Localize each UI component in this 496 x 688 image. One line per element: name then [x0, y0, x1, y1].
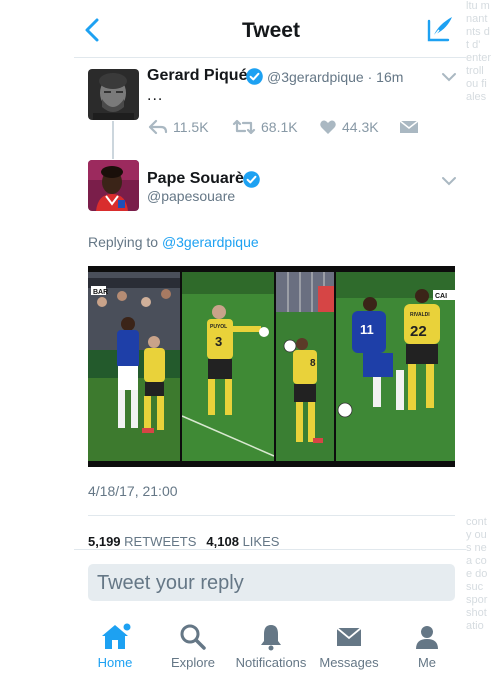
bg-line: s ne [466, 542, 487, 554]
header-divider [74, 57, 466, 58]
tab-notifications-label: Notifications [235, 655, 307, 670]
bg-line: shot [466, 607, 487, 619]
tweet-text: ... [147, 87, 164, 104]
bg-line: e do [466, 568, 488, 580]
reply-icon [148, 119, 168, 135]
retweet-icon [232, 119, 256, 135]
bg-line: a co [466, 555, 487, 567]
bg-line: ales [466, 91, 487, 103]
bg-line: ou fi [466, 78, 487, 90]
reply-count: 11.5K [173, 119, 209, 135]
envelope-icon [336, 627, 362, 646]
tab-messages-label: Messages [319, 655, 379, 670]
media-overlay-jersey-number: 11 [360, 322, 374, 337]
retweet-count: 68.1K [261, 119, 298, 135]
divider [74, 549, 466, 550]
tweet-media-image[interactable]: BAR PUYOL 3 8 CAI 11 RIVALDI 22 [88, 266, 455, 467]
tweet-timestamp: 4/18/17, 21:00 [88, 483, 178, 499]
chevron-down-icon[interactable] [440, 70, 458, 82]
direct-message-button[interactable] [399, 119, 424, 135]
media-overlay-jersey-number: 3 [215, 334, 222, 349]
person-icon [416, 626, 438, 649]
background-page-text: ltu m nant nts d t d' enter troll ou fi … [466, 0, 496, 688]
replying-to: Replying to @3gerardpique [88, 234, 259, 250]
reply-button[interactable]: 11.5K [148, 119, 209, 135]
bottom-tab-bar: Home Explore Notifications Messages Me [74, 612, 466, 688]
media-overlay-left-badge: BAR [93, 289, 108, 296]
tab-home[interactable]: Home [70, 622, 160, 670]
engagement-stats: 5,199 RETWEETS 4,108 LIKES [88, 534, 279, 549]
bell-icon [261, 625, 281, 651]
media-overlay-jersey-number: 8 [310, 358, 316, 369]
likes-label: LIKES [242, 534, 280, 549]
retweets-label: RETWEETS [124, 534, 197, 549]
media-overlay-jersey-text: RIVALDI [410, 312, 430, 318]
avatar[interactable] [88, 69, 139, 120]
retweet-button[interactable]: 68.1K [232, 119, 298, 135]
verified-badge-icon [246, 68, 263, 85]
heart-icon [320, 120, 336, 134]
bg-line: troll [466, 65, 484, 77]
tab-explore-label: Explore [170, 655, 216, 670]
retweet-total: 5,199 [88, 534, 121, 549]
thread-connector [112, 121, 114, 159]
tab-explore[interactable]: Explore [148, 622, 238, 670]
replying-to-prefix: Replying to [88, 234, 162, 250]
chevron-down-icon[interactable] [440, 174, 458, 186]
compose-icon[interactable] [425, 14, 455, 44]
bg-line: y ou [466, 529, 487, 541]
mention-link[interactable]: @3gerardpique [162, 234, 259, 250]
envelope-icon [399, 120, 419, 133]
bg-line: cont [466, 516, 487, 528]
author-name[interactable]: Gerard Piqué [147, 67, 247, 85]
tab-messages[interactable]: Messages [304, 622, 394, 670]
avatar[interactable] [88, 160, 139, 211]
like-count: 44.3K [342, 119, 379, 135]
author-handle: @papesouare [147, 188, 236, 204]
media-overlay-jersey-text: PUYOL [210, 324, 227, 330]
tab-me-label: Me [417, 655, 437, 670]
like-button[interactable]: 44.3K [319, 119, 379, 135]
bg-line: ltu m [466, 0, 490, 12]
tab-notifications[interactable]: Notifications [226, 622, 316, 670]
author-handle-time: @3gerardpique · 16m [267, 69, 404, 85]
divider [88, 515, 455, 516]
likes-stat[interactable]: 4,108 LIKES [206, 534, 279, 549]
like-total: 4,108 [206, 534, 239, 549]
page-title: Tweet [242, 19, 300, 42]
tab-me[interactable]: Me [382, 622, 472, 670]
tab-home-label: Home [97, 655, 133, 670]
search-icon [180, 624, 206, 650]
author-name[interactable]: Pape Souarè [147, 170, 244, 188]
retweets-stat[interactable]: 5,199 RETWEETS [88, 534, 196, 549]
bg-line: enter [466, 52, 492, 64]
reply-input[interactable]: Tweet your reply [88, 564, 455, 601]
home-icon [102, 623, 131, 649]
media-overlay-right-badge: CAI [435, 293, 447, 300]
bg-line: spor [466, 594, 488, 606]
media-overlay-jersey-number: 22 [410, 323, 427, 340]
verified-badge-icon [243, 171, 260, 188]
bg-line: suc [466, 581, 484, 593]
